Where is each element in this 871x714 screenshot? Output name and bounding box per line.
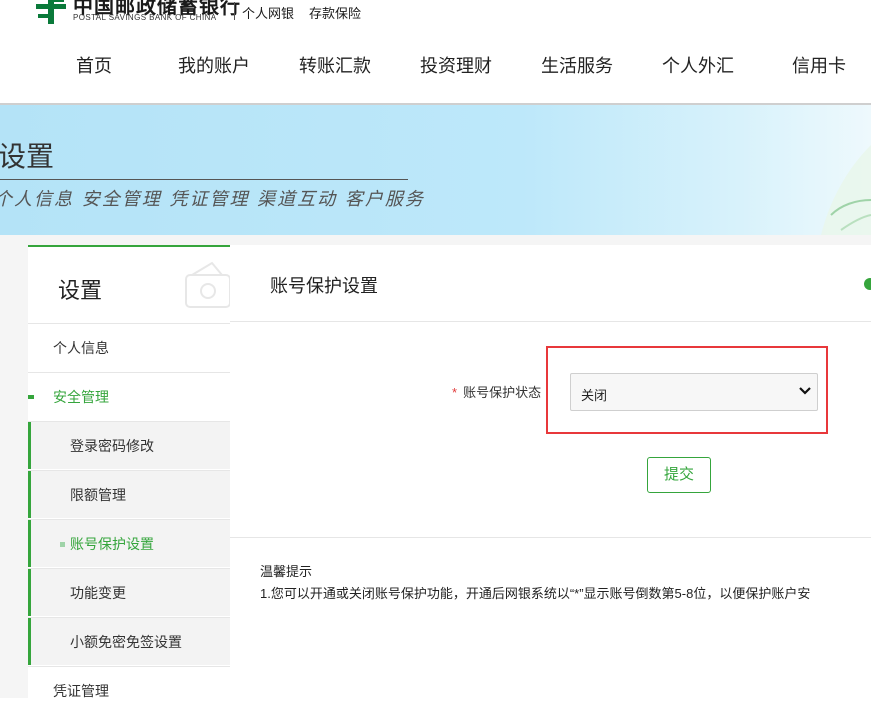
- nav-item-my-account[interactable]: 我的账户: [178, 52, 250, 78]
- sidebar-title: 设置: [58, 278, 103, 303]
- sidebar-item-label: 限额管理: [70, 487, 126, 503]
- main-panel: 账号保护设置 * 账号保护状态 关闭 提交 温馨提示 1.您可以开通或关闭账号保护…: [230, 245, 871, 698]
- tips-title: 温馨提示: [260, 564, 313, 579]
- page-title: 账号保护设置: [270, 276, 378, 296]
- title-divider: [230, 321, 871, 322]
- sidebar-item-label: 账号保护设置: [70, 536, 154, 552]
- psbc-logo-icon: [36, 0, 66, 24]
- nav-item-life-services[interactable]: 生活服务: [541, 52, 613, 78]
- header-logo-row: 中国邮政储蓄银行 POSTAL SAVINGS BANK OF CHINA 个人…: [0, 0, 871, 30]
- sidebar-item-label: 凭证管理: [53, 683, 109, 699]
- sidebar-item-small-amount-free[interactable]: 小额免密免签设置: [28, 617, 230, 665]
- sidebar-item-limit-management[interactable]: 限额管理: [28, 470, 230, 518]
- sidebar-item-label: 登录密码修改: [70, 438, 154, 454]
- highlight-box: [546, 346, 828, 434]
- bank-name-en: POSTAL SAVINGS BANK OF CHINA: [73, 13, 217, 22]
- sidebar-item-function-change[interactable]: 功能变更: [28, 568, 230, 616]
- sidebar-item-label: 小额免密免签设置: [70, 634, 182, 650]
- submenu-bar: [28, 618, 31, 665]
- sidebar-item-label: 功能变更: [70, 585, 126, 601]
- sidebar-item-login-password[interactable]: 登录密码修改: [28, 421, 230, 469]
- wallet-watermark-icon: [185, 261, 230, 308]
- deposit-insurance-link[interactable]: 存款保险: [309, 3, 361, 22]
- bamboo-leaf-decoration: [821, 145, 871, 235]
- banner-title: 设置: [0, 141, 55, 172]
- sidebar-item-label: 个人信息: [53, 340, 109, 356]
- required-mark: *: [452, 385, 458, 400]
- tips-divider: [230, 537, 871, 538]
- nav-item-forex[interactable]: 个人外汇: [662, 52, 734, 78]
- protection-status-label: * 账号保护状态: [452, 382, 541, 401]
- submenu-bar: [28, 422, 31, 469]
- settings-sidebar: 设置 个人信息 安全管理 登录密码修改 限额管理 账号保护设置 功能变更 小额免…: [28, 245, 230, 700]
- main-nav: 首页 我的账户 转账汇款 投资理财 生活服务 个人外汇 信用卡: [0, 40, 871, 86]
- nav-item-credit-card[interactable]: 信用卡: [792, 52, 846, 78]
- sidebar-item-account-protection[interactable]: 账号保护设置: [28, 519, 230, 567]
- tips-line-1: 1.您可以开通或关闭账号保护功能，开通后网银系统以“*”显示账号倒数第5-8位，…: [260, 586, 811, 601]
- nav-item-transfer[interactable]: 转账汇款: [299, 52, 371, 78]
- submit-button[interactable]: 提交: [647, 457, 711, 493]
- settings-banner: 设置 个人信息 安全管理 凭证管理 渠道互动 客户服务: [0, 105, 871, 235]
- sidebar-item-security-management[interactable]: 安全管理: [28, 372, 230, 420]
- active-marker: [28, 395, 34, 399]
- submenu-bar: [28, 471, 31, 518]
- nav-item-investment[interactable]: 投资理财: [420, 52, 492, 78]
- banner-slogan: 个人信息 安全管理 凭证管理 渠道互动 客户服务: [0, 189, 425, 210]
- sidebar-item-personal-info[interactable]: 个人信息: [28, 323, 230, 371]
- nav-item-home[interactable]: 首页: [76, 52, 112, 78]
- submenu-bar: [28, 520, 31, 567]
- protection-status-text: 账号保护状态: [463, 385, 542, 400]
- status-dot-icon: [864, 278, 871, 290]
- sidebar-item-label: 安全管理: [53, 389, 109, 405]
- channel-label: 个人网银: [242, 6, 295, 21]
- submenu-bar: [28, 569, 31, 616]
- logo-divider: [234, 2, 235, 20]
- active-bullet: [60, 542, 65, 547]
- banner-rule: [0, 179, 408, 180]
- sidebar-item-certificate-management[interactable]: 凭证管理: [28, 666, 230, 714]
